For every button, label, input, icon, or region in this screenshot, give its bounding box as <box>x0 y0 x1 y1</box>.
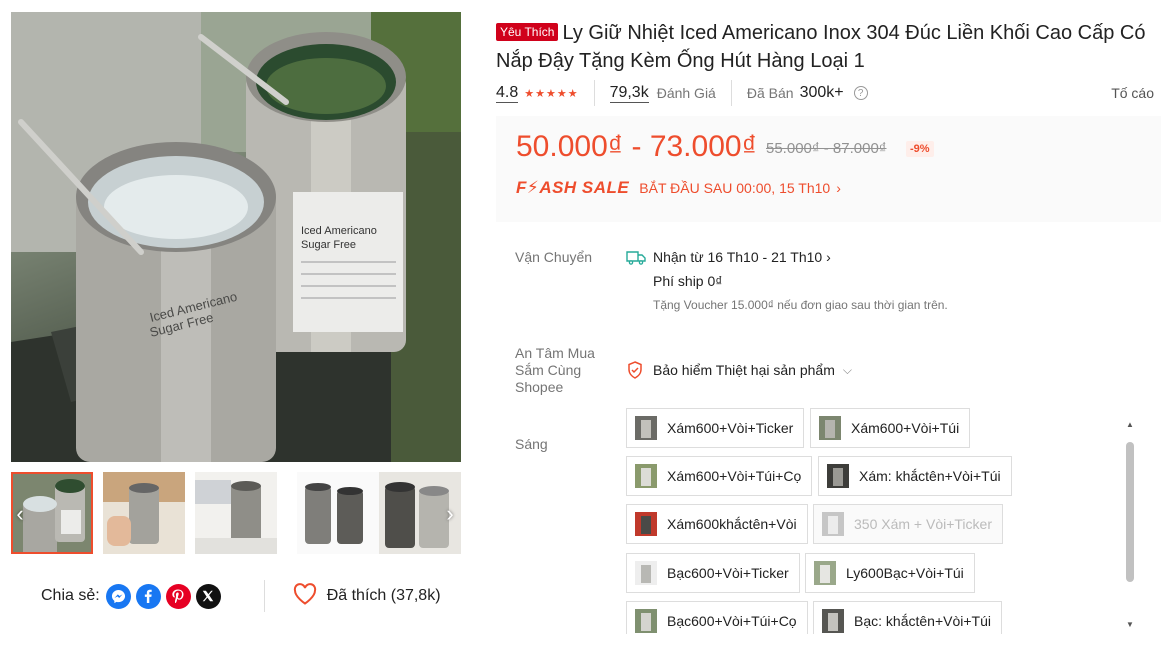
tumbler-photo-illustration: Iced Americano Sugar Free Iced Americano… <box>11 12 461 462</box>
variant-thumbnail <box>635 561 657 585</box>
variant-thumbnail <box>827 464 849 488</box>
variant-label: Sáng <box>515 436 548 452</box>
thumbnail-image <box>103 472 185 554</box>
share-label: Chia sẻ: <box>41 587 100 604</box>
sold-count: 300k+ <box>799 84 844 101</box>
chevron-left-icon[interactable]: ‹ <box>9 499 31 529</box>
variant-option-label: Bạc600+Vòi+Ticker <box>667 565 789 581</box>
x-icon[interactable] <box>195 583 221 609</box>
review-count[interactable]: 79,3k <box>609 84 649 103</box>
variant-thumbnail <box>819 416 841 440</box>
pinterest-icon[interactable] <box>165 583 191 609</box>
variant-thumbnail <box>635 416 657 440</box>
shield-icon <box>627 361 643 384</box>
heart-icon[interactable] <box>293 582 317 610</box>
variant-option[interactable]: Xám600+Vòi+Túi <box>810 408 971 448</box>
variant-option[interactable]: Ly600Bạc+Vòi+Túi <box>805 553 975 593</box>
main-product-image[interactable]: Iced Americano Sugar Free Iced Americano… <box>11 12 461 462</box>
truck-icon <box>626 251 646 270</box>
price-section: 50.000₫ - 73.000₫ 55.000₫ - 87.000₫ -9% … <box>496 116 1161 222</box>
divider <box>263 580 265 612</box>
shipping-voucher-note: Tặng Voucher 15.000₫ nếu đơn giao sau th… <box>653 298 948 312</box>
variant-option[interactable]: Bạc: khắctên+Vòi+Túi <box>813 601 1002 634</box>
review-label: Đánh Giá <box>656 85 716 101</box>
messenger-icon[interactable] <box>105 583 131 609</box>
variant-option-label: Bạc600+Vòi+Túi+Cọ <box>667 613 797 629</box>
variant-option-label: Xám: khắctên+Vòi+Túi <box>859 468 1001 484</box>
cup-label-text: Sugar Free <box>301 239 356 251</box>
variant-option[interactable]: Bạc600+Vòi+Ticker <box>626 553 800 593</box>
variant-option-label: 350 Xám + Vòi+Ticker <box>854 516 992 532</box>
assurance-label: An Tâm Mua Sắm Cùng Shopee <box>515 345 595 395</box>
thumbnail-2[interactable] <box>103 472 185 554</box>
variant-scrollbar[interactable]: ▲ ▼ <box>1125 420 1135 630</box>
thumbnail-image <box>195 472 277 554</box>
star-rating-icon: ★★★★★ <box>524 87 579 100</box>
insurance-dropdown[interactable]: Bảo hiểm Thiệt hại sản phẩm ⌵ <box>653 362 852 378</box>
scroll-up-icon[interactable]: ▲ <box>1125 420 1135 429</box>
price-range: 50.000₫ - 73.000₫ <box>516 130 757 163</box>
variant-option[interactable]: Xám: khắctên+Vòi+Túi <box>818 456 1012 496</box>
like-count: Đã thích (37,8k) <box>326 587 441 604</box>
original-price: 55.000₫ - 87.000₫ <box>766 140 887 157</box>
flash-sale-logo: F⚡ASH SALE <box>516 178 630 197</box>
report-link[interactable]: Tố cáo <box>1111 85 1154 101</box>
sold-label: Đã Bán <box>746 85 794 101</box>
variant-thumbnail <box>822 609 844 633</box>
delivery-estimate[interactable]: Nhận từ 16 Th10 - 21 Th10 › <box>653 249 831 265</box>
variant-thumbnail <box>814 561 836 585</box>
facebook-icon[interactable] <box>135 583 161 609</box>
variant-thumbnail <box>822 512 844 536</box>
thumbnail-4[interactable] <box>297 472 379 554</box>
cup-label-text: Iced Americano <box>301 225 377 237</box>
product-title: Yêu Thích Ly Giữ Nhiệt Iced Americano Ino… <box>496 19 1156 75</box>
variant-option[interactable]: Xám600+Vòi+Túi+Cọ <box>626 456 813 496</box>
variant-thumbnail <box>635 609 657 633</box>
variant-option-label: Bạc: khắctên+Vòi+Túi <box>854 613 991 629</box>
variant-option[interactable]: Bạc600+Vòi+Túi+Cọ <box>626 601 808 634</box>
share-row: Chia sẻ: Đã thích (37,8k) <box>41 580 441 612</box>
variant-option-label: Xám600khắctên+Vòi <box>667 516 797 532</box>
shipping-fee: Phí ship 0₫ <box>653 273 723 289</box>
thumbnail-strip: ‹ › <box>11 472 461 554</box>
variant-option[interactable]: Xám600+Vòi+Ticker <box>626 408 805 448</box>
product-title-text: Ly Giữ Nhiệt Iced Americano Inox 304 Đúc… <box>496 22 1146 72</box>
thumbnail-3[interactable] <box>195 472 277 554</box>
rating-row: 4.8 ★★★★★ 79,3k Đánh Giá Đã Bán 300k+ ? … <box>496 80 1156 106</box>
variant-option[interactable]: Xám600khắctên+Vòi <box>626 504 808 544</box>
variant-option-label: Ly600Bạc+Vòi+Túi <box>846 565 964 581</box>
scrollbar-thumb[interactable] <box>1126 442 1134 582</box>
variant-options: Xám600+Vòi+Ticker Xám600+Vòi+Túi Xám600+… <box>626 408 1136 634</box>
help-icon[interactable]: ? <box>853 86 868 100</box>
chevron-down-icon: ⌵ <box>842 362 852 377</box>
variant-option-label: Xám600+Vòi+Túi <box>851 420 960 436</box>
flash-sale-start-time: BẮT ĐẦU SAU 00:00, 15 Th10 <box>639 180 831 196</box>
thumbnail-image <box>297 472 379 554</box>
variant-thumbnail <box>635 464 657 488</box>
insurance-label: Bảo hiểm Thiệt hại sản phẩm <box>653 362 835 378</box>
shipping-label: Vận Chuyển <box>515 249 593 265</box>
divider <box>593 80 595 106</box>
flash-sale-banner[interactable]: F⚡ASH SALE BẮT ĐẦU SAU 00:00, 15 Th10 › <box>516 178 841 198</box>
discount-badge: -9% <box>906 141 934 157</box>
scroll-down-icon[interactable]: ▼ <box>1125 620 1135 629</box>
product-page: Iced Americano Sugar Free Iced Americano… <box>0 0 1173 670</box>
variant-option-disabled: 350 Xám + Vòi+Ticker <box>813 504 1003 544</box>
variant-thumbnail <box>635 512 657 536</box>
divider <box>730 80 732 106</box>
chevron-right-icon[interactable]: › <box>439 499 461 529</box>
variant-option-label: Xám600+Vòi+Túi+Cọ <box>667 468 802 484</box>
favorite-badge: Yêu Thích <box>496 23 559 41</box>
chevron-right-icon: › <box>836 180 841 196</box>
rating-score[interactable]: 4.8 <box>496 84 519 103</box>
variant-option-label: Xám600+Vòi+Ticker <box>667 420 794 436</box>
